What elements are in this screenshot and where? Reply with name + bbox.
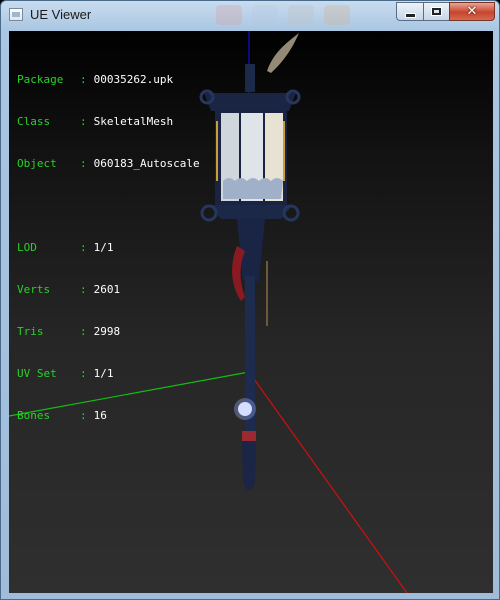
title-bar[interactable]: UE Viewer ✕ xyxy=(1,1,499,31)
maximize-icon xyxy=(432,8,441,15)
axis-x-line xyxy=(248,371,408,593)
info-sep: : xyxy=(80,409,87,422)
info-row-object: Object:060183_Autoscale xyxy=(17,157,200,171)
info-sep: : xyxy=(80,73,87,86)
minimize-icon xyxy=(404,12,416,18)
info-value: 1/1 xyxy=(93,367,114,380)
app-icon[interactable] xyxy=(9,8,23,21)
minimize-button[interactable] xyxy=(396,2,423,21)
info-value: 2601 xyxy=(93,283,121,296)
info-value: 16 xyxy=(93,409,107,422)
close-icon: ✕ xyxy=(466,4,478,19)
feather-ornament xyxy=(267,33,299,73)
info-value: 1/1 xyxy=(93,241,114,254)
info-value: 00035262.upk xyxy=(93,73,174,86)
info-label: Verts xyxy=(17,283,51,296)
background-taskbar-blur xyxy=(216,5,386,27)
blurred-icon xyxy=(252,5,278,25)
info-row-uvset: UV Set:1/1 xyxy=(17,367,200,381)
info-sep: : xyxy=(80,367,87,380)
info-label: Package xyxy=(17,73,64,86)
info-label: Class xyxy=(17,115,51,128)
info-row-class: Class: SkeletalMesh xyxy=(17,115,200,129)
info-label: Bones xyxy=(17,409,51,422)
mesh-info-overlay: Package:00035262.upk Class: SkeletalMesh … xyxy=(17,45,200,451)
staff-grip xyxy=(242,441,256,490)
app-window: UE Viewer ✕ Package: 00035262.upk Class… xyxy=(0,0,500,600)
glow-orb-halo xyxy=(234,398,256,420)
info-sep: : xyxy=(80,325,87,338)
info-row-tris: Tris:2998 xyxy=(17,325,200,339)
info-label: Tris xyxy=(17,325,44,338)
blurred-icon xyxy=(324,5,350,25)
info-row-package: Package:00035262.upk xyxy=(17,73,200,87)
info-sep: : xyxy=(80,157,87,170)
blurred-icon xyxy=(288,5,314,25)
info-value: SkeletalMesh xyxy=(93,115,174,128)
close-button[interactable]: ✕ xyxy=(449,2,495,21)
info-row-bones: Bones:16 xyxy=(17,409,200,423)
base-curl-left xyxy=(200,204,218,222)
info-label: LOD xyxy=(17,241,37,254)
info-sep: : xyxy=(80,115,87,128)
maximize-button[interactable] xyxy=(423,2,449,21)
lantern-wave-pattern xyxy=(223,178,283,199)
info-sep: : xyxy=(80,241,87,254)
lantern-base xyxy=(209,205,293,219)
lantern-roof xyxy=(204,93,296,111)
blurred-icon xyxy=(216,5,242,25)
info-row-lod: LOD:1/1 xyxy=(17,241,200,255)
window-controls: ✕ xyxy=(396,2,495,21)
window-title: UE Viewer xyxy=(30,7,92,22)
info-value: 060183_Autoscale xyxy=(93,157,200,170)
info-sep: : xyxy=(80,283,87,296)
lantern-finial xyxy=(245,64,255,92)
staff-grip-wrap xyxy=(242,431,256,441)
3d-viewport[interactable]: Package:00035262.upk Class: SkeletalMesh … xyxy=(9,31,493,593)
info-value: 2998 xyxy=(93,325,121,338)
info-label: UV Set xyxy=(17,367,57,380)
info-label: Object xyxy=(17,157,57,170)
info-row-verts: Verts:2601 xyxy=(17,283,200,297)
